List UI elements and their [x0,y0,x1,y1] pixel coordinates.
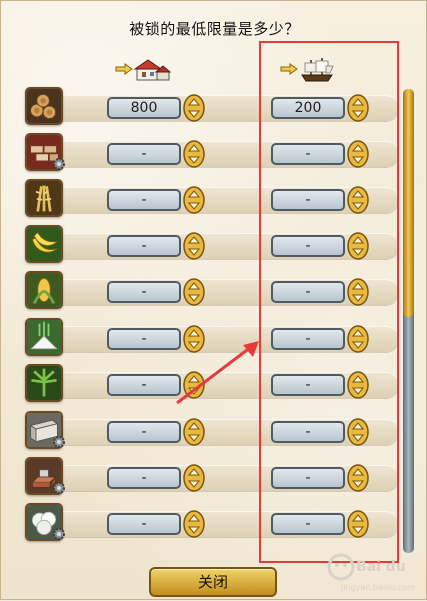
warehouse-min-input[interactable]: - [107,328,181,350]
dialog-question: 被锁的最低限量是多少？ [129,20,300,38]
gear-icon [53,158,65,170]
warehouse-min-input[interactable]: - [107,374,181,396]
warehouse-column-header [115,57,171,83]
watermark-brand: Bai du [356,559,406,575]
gear-icon [53,436,65,448]
salt-icon [25,318,63,356]
gear-icon [53,482,65,494]
warehouse-stepper[interactable] [183,140,205,168]
warehouse-min-input[interactable]: - [107,421,181,443]
yellow-arrow-icon [115,63,133,75]
warehouse-stepper[interactable] [183,510,205,538]
watermark-site: jingyan.baidu.com [341,583,415,592]
highlight-box [259,41,399,563]
house-icon [133,59,171,81]
banana-icon [25,225,63,263]
warehouse-stepper[interactable] [183,418,205,446]
warehouse-stepper[interactable] [183,464,205,492]
warehouse-min-input[interactable]: - [107,513,181,535]
corn-icon [25,271,63,309]
red-arrow-annotation [176,341,259,405]
warehouse-stepper[interactable] [183,186,205,214]
wood-logs-icon [25,87,63,125]
warehouse-min-input[interactable]: 800 [107,97,181,119]
warehouse-stepper[interactable] [183,232,205,260]
warehouse-min-input[interactable]: - [107,189,181,211]
warehouse-min-input[interactable]: - [107,281,181,303]
close-button[interactable]: 关闭 [149,567,277,597]
scrollbar-thumb[interactable] [403,89,414,317]
gear-icon [53,528,65,540]
warehouse-min-input[interactable]: - [107,235,181,257]
warehouse-min-input[interactable]: - [107,467,181,489]
dialog-title-cut-off: ▔▔▔▔▔▔▔▔▔▔▔▔▔ [143,0,263,9]
hemp-leaf-icon [25,364,63,402]
wheat-icon [25,179,63,217]
warehouse-min-input[interactable]: - [107,143,181,165]
dialog-panel: ▔▔▔▔▔▔▔▔▔▔▔▔▔ 被锁的最低限量是多少？ 800 200 - - - … [0,0,427,600]
warehouse-stepper[interactable] [183,278,205,306]
warehouse-stepper[interactable] [183,94,205,122]
